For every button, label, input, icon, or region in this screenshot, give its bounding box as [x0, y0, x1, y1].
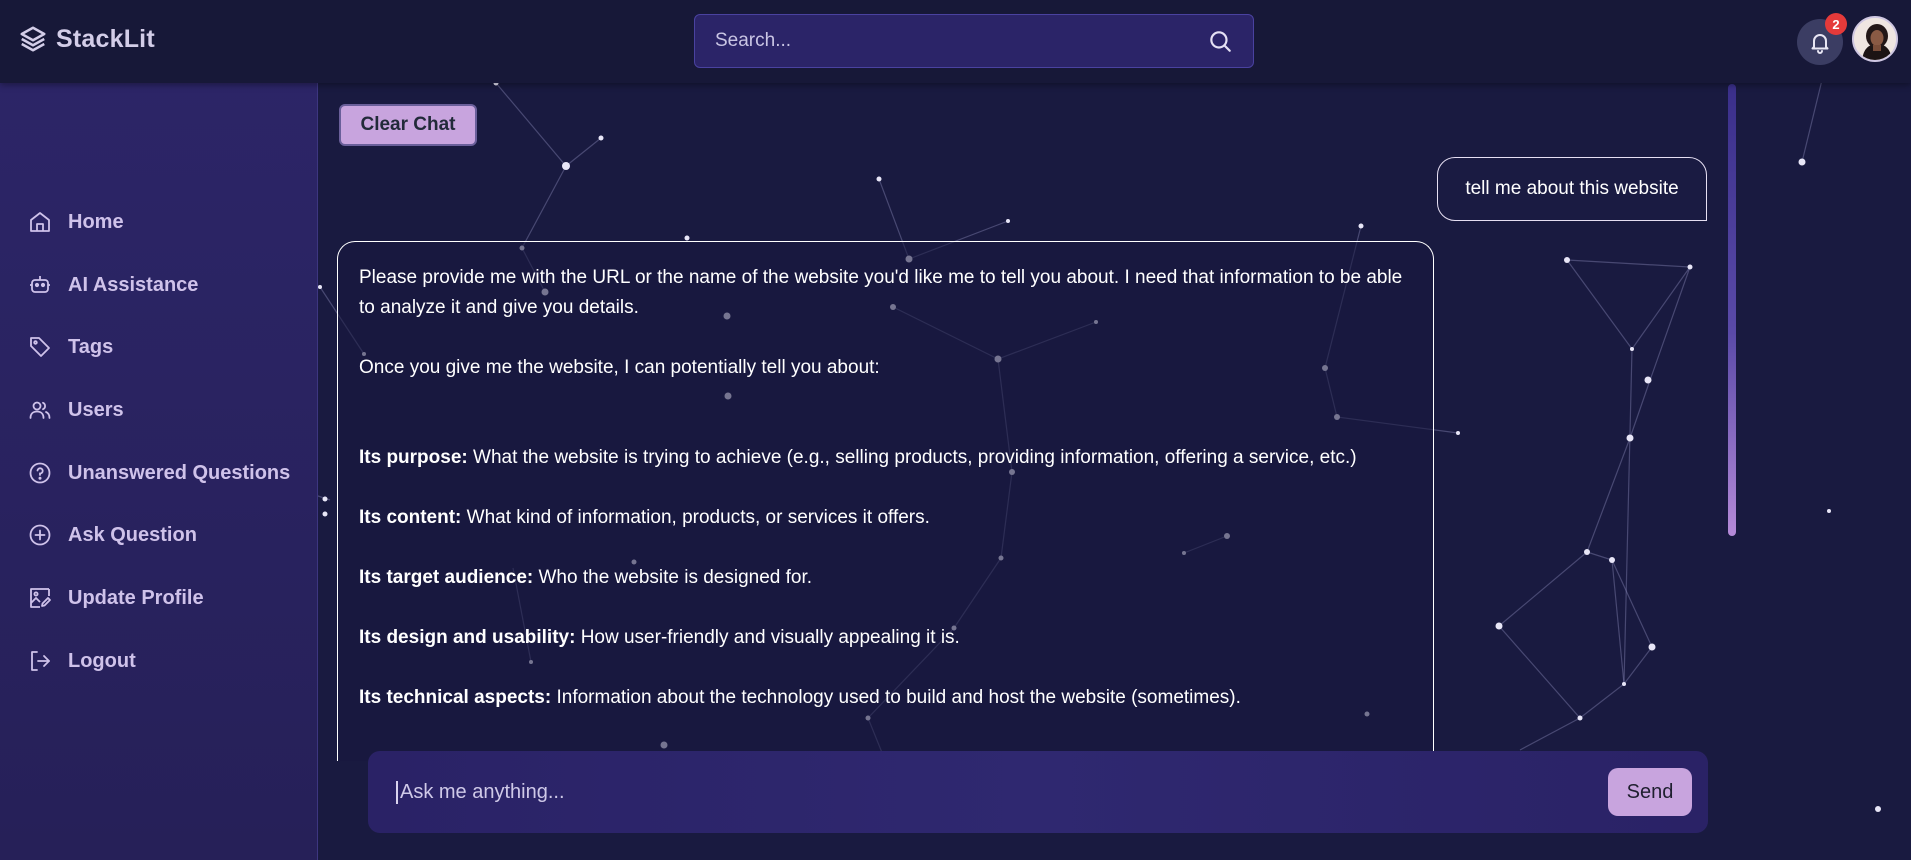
search-bar[interactable] — [694, 14, 1254, 68]
clear-chat-button[interactable]: Clear Chat — [339, 104, 477, 146]
user-message-text: tell me about this website — [1465, 178, 1679, 199]
list-item: Its technical aspects: Information about… — [359, 683, 1413, 713]
sidebar-item-unanswered-questions[interactable]: Unanswered Questions — [28, 455, 290, 491]
image-edit-icon — [30, 588, 51, 608]
layers-icon — [20, 26, 46, 52]
tag-icon — [30, 337, 50, 357]
chat-scrollbar[interactable] — [1728, 84, 1736, 536]
sidebar-item-label: Logout — [68, 649, 136, 672]
search-input[interactable] — [715, 30, 1207, 52]
search-icon[interactable] — [1207, 28, 1233, 54]
brand-logo[interactable]: StackLit — [18, 24, 155, 54]
sidebar-item-label: Tags — [68, 335, 114, 358]
logout-icon — [31, 651, 50, 671]
send-button[interactable]: Send — [1608, 768, 1692, 816]
sidebar-item-label: Home — [68, 210, 124, 233]
point-text: What the website is trying to achieve (e… — [467, 447, 1357, 468]
top-header: StackLit 2 — [0, 0, 1911, 83]
robot-icon — [30, 276, 50, 293]
app-root: StackLit 2 — [0, 0, 1911, 860]
point-text: How user-friendly and visually appealing… — [575, 627, 960, 648]
assistant-intro-text: Please provide me with the URL or the na… — [359, 267, 1403, 318]
sidebar-item-logout[interactable]: Logout — [28, 643, 136, 679]
sidebar-item-ai-assistance[interactable]: AI Assistance — [28, 267, 198, 303]
question-circle-icon — [29, 462, 51, 484]
sidebar-item-label: Ask Question — [68, 523, 197, 546]
user-avatar[interactable] — [1852, 16, 1898, 62]
bell-icon — [1811, 34, 1829, 54]
point-title: Its design and usability: — [359, 627, 576, 648]
assistant-message-bubble: Please provide me with the URL or the na… — [337, 241, 1434, 761]
list-item: Its purpose: What the website is trying … — [359, 443, 1413, 473]
sidebar-item-ask-question[interactable]: Ask Question — [28, 517, 197, 553]
sidebar-item-home[interactable]: Home — [28, 204, 124, 240]
list-item: Its target audience: Who the website is … — [359, 563, 1413, 593]
plus-circle-icon — [29, 524, 51, 546]
point-text: What kind of information, products, or s… — [461, 507, 930, 528]
point-title: Its technical aspects: — [359, 687, 552, 708]
brand-name: StackLit — [56, 24, 155, 53]
list-item: Its content: What kind of information, p… — [359, 503, 1413, 533]
sidebar-item-tags[interactable]: Tags — [28, 329, 113, 365]
sidebar-item-update-profile[interactable]: Update Profile — [28, 580, 204, 616]
chat-composer: Send — [368, 751, 1708, 833]
sidebar-item-label: AI Assistance — [68, 273, 199, 296]
point-title: Its content: — [359, 507, 462, 528]
sidebar: Home AI Assistance Tags Users Unanswered… — [0, 83, 318, 860]
sidebar-item-label: Users — [68, 398, 124, 421]
users-icon — [29, 401, 51, 419]
sidebar-item-label: Unanswered Questions — [68, 461, 291, 484]
assistant-lead-text: Once you give me the website, I can pote… — [359, 357, 880, 378]
home-icon — [30, 212, 50, 232]
point-text: Who the website is designed for. — [533, 567, 813, 588]
point-text: Information about the technology used to… — [551, 687, 1241, 708]
point-title: Its target audience: — [359, 567, 534, 588]
chat-input[interactable] — [396, 780, 1608, 804]
avatar-image — [1854, 18, 1896, 60]
list-item: Its design and usability: How user-frien… — [359, 623, 1413, 653]
sidebar-item-label: Update Profile — [68, 586, 204, 609]
notification-count-badge: 2 — [1825, 13, 1847, 35]
point-title: Its purpose: — [359, 447, 468, 468]
user-message-bubble: tell me about this website — [1437, 157, 1707, 221]
sidebar-item-users[interactable]: Users — [28, 392, 124, 428]
